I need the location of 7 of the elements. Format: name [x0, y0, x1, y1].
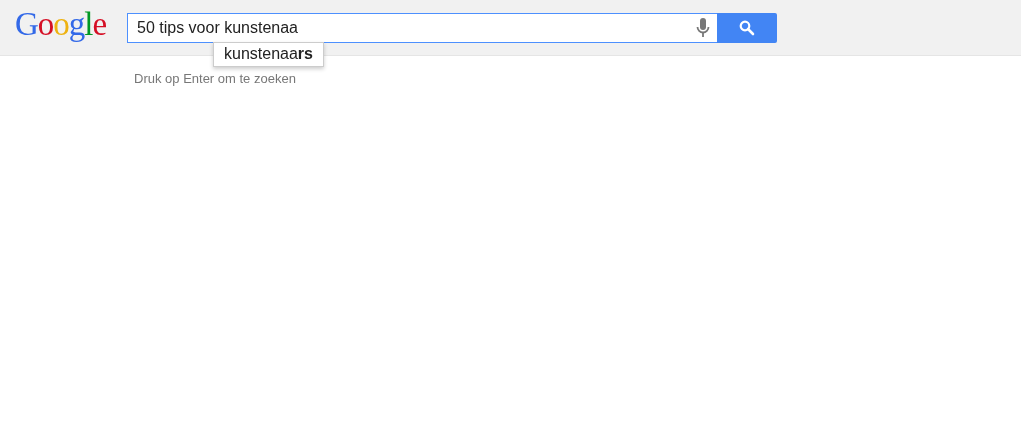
microphone-icon[interactable] [696, 17, 710, 38]
logo[interactable]: Google [15, 6, 107, 43]
search-button[interactable] [717, 12, 777, 43]
autocomplete-suggestion[interactable]: kunstenaars [213, 41, 324, 67]
search-field[interactable]: 50 tips voor kunstenaa [127, 12, 717, 43]
search-icon [739, 19, 755, 36]
hint-text: Druk op Enter om te zoeken [134, 71, 296, 86]
